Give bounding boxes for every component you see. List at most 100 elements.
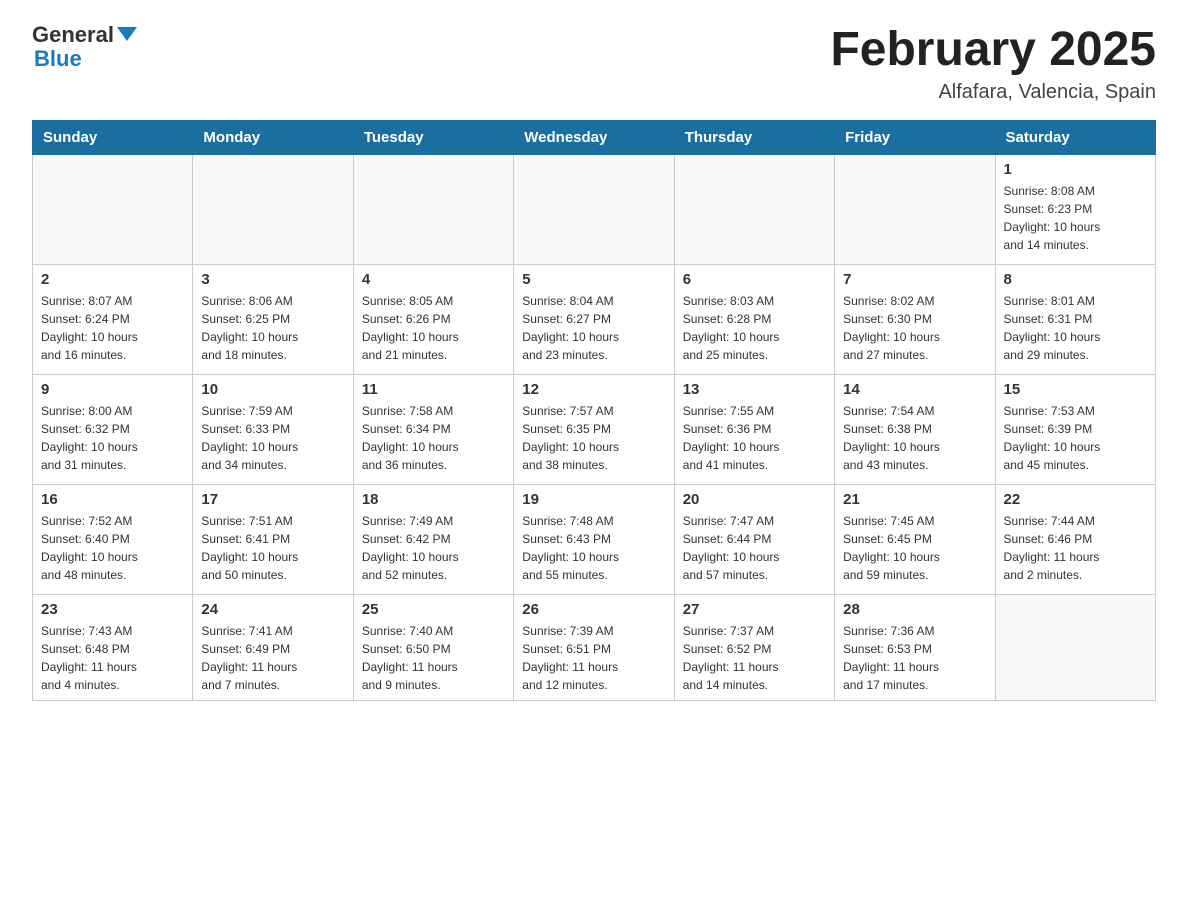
- day-number: 15: [1004, 381, 1147, 398]
- calendar-cell: 5 Sunrise: 8:04 AM Sunset: 6:27 PM Daylig…: [514, 264, 674, 374]
- day-number: 23: [41, 601, 184, 618]
- weekday-header-monday: Monday: [193, 120, 353, 154]
- logo-general-text: General: [32, 24, 114, 46]
- day-info: Sunrise: 7:52 AM Sunset: 6:40 PM Dayligh…: [41, 512, 184, 584]
- day-number: 24: [201, 601, 344, 618]
- day-number: 3: [201, 271, 344, 288]
- day-number: 9: [41, 381, 184, 398]
- logo-triangle-icon: [117, 27, 137, 41]
- calendar-cell: 13 Sunrise: 7:55 AM Sunset: 6:36 PM Dayli…: [674, 374, 834, 484]
- calendar-location: Alfafara, Valencia, Spain: [830, 81, 1156, 104]
- day-info: Sunrise: 7:47 AM Sunset: 6:44 PM Dayligh…: [683, 512, 826, 584]
- day-info: Sunrise: 8:04 AM Sunset: 6:27 PM Dayligh…: [522, 292, 665, 364]
- page-header: General Blue February 2025 Alfafara, Val…: [32, 24, 1156, 104]
- day-info: Sunrise: 8:03 AM Sunset: 6:28 PM Dayligh…: [683, 292, 826, 364]
- day-number: 11: [362, 381, 505, 398]
- weekday-header-wednesday: Wednesday: [514, 120, 674, 154]
- calendar-cell: 3 Sunrise: 8:06 AM Sunset: 6:25 PM Daylig…: [193, 264, 353, 374]
- calendar-cell: 14 Sunrise: 7:54 AM Sunset: 6:38 PM Dayli…: [835, 374, 995, 484]
- calendar-cell: 12Sunrise: 7:57 AM Sunset: 6:35 PM Dayli…: [514, 374, 674, 484]
- calendar-cell: 28 Sunrise: 7:36 AM Sunset: 6:53 PM Dayli…: [835, 594, 995, 700]
- calendar-cell: 25 Sunrise: 7:40 AM Sunset: 6:50 PM Dayli…: [353, 594, 513, 700]
- day-info: Sunrise: 8:06 AM Sunset: 6:25 PM Dayligh…: [201, 292, 344, 364]
- calendar-title: February 2025: [830, 24, 1156, 77]
- calendar-cell: [674, 154, 834, 264]
- day-info: Sunrise: 8:08 AM Sunset: 6:23 PM Dayligh…: [1004, 182, 1147, 254]
- day-number: 19: [522, 491, 665, 508]
- logo-blue-text: Blue: [34, 46, 82, 72]
- calendar-cell: [835, 154, 995, 264]
- weekday-header-thursday: Thursday: [674, 120, 834, 154]
- calendar-cell: 24 Sunrise: 7:41 AM Sunset: 6:49 PM Dayli…: [193, 594, 353, 700]
- calendar-cell: 22 Sunrise: 7:44 AM Sunset: 6:46 PM Dayli…: [995, 484, 1155, 594]
- calendar-cell: 18 Sunrise: 7:49 AM Sunset: 6:42 PM Dayli…: [353, 484, 513, 594]
- calendar-cell: 4Sunrise: 8:05 AM Sunset: 6:26 PM Daylig…: [353, 264, 513, 374]
- day-info: Sunrise: 7:37 AM Sunset: 6:52 PM Dayligh…: [683, 622, 826, 694]
- day-number: 2: [41, 271, 184, 288]
- day-info: Sunrise: 7:55 AM Sunset: 6:36 PM Dayligh…: [683, 402, 826, 474]
- day-info: Sunrise: 7:59 AM Sunset: 6:33 PM Dayligh…: [201, 402, 344, 474]
- calendar-cell: 1 Sunrise: 8:08 AM Sunset: 6:23 PM Daylig…: [995, 154, 1155, 264]
- weekday-header-tuesday: Tuesday: [353, 120, 513, 154]
- calendar-cell: 15 Sunrise: 7:53 AM Sunset: 6:39 PM Dayli…: [995, 374, 1155, 484]
- day-info: Sunrise: 7:51 AM Sunset: 6:41 PM Dayligh…: [201, 512, 344, 584]
- calendar-table: SundayMondayTuesdayWednesdayThursdayFrid…: [32, 120, 1156, 701]
- weekday-header-sunday: Sunday: [33, 120, 193, 154]
- day-number: 10: [201, 381, 344, 398]
- calendar-cell: 6 Sunrise: 8:03 AM Sunset: 6:28 PM Daylig…: [674, 264, 834, 374]
- title-block: February 2025 Alfafara, Valencia, Spain: [830, 24, 1156, 104]
- day-info: Sunrise: 7:43 AM Sunset: 6:48 PM Dayligh…: [41, 622, 184, 694]
- day-info: Sunrise: 7:53 AM Sunset: 6:39 PM Dayligh…: [1004, 402, 1147, 474]
- day-number: 28: [843, 601, 986, 618]
- day-info: Sunrise: 7:54 AM Sunset: 6:38 PM Dayligh…: [843, 402, 986, 474]
- day-number: 13: [683, 381, 826, 398]
- calendar-cell: 2 Sunrise: 8:07 AM Sunset: 6:24 PM Daylig…: [33, 264, 193, 374]
- day-info: Sunrise: 8:07 AM Sunset: 6:24 PM Dayligh…: [41, 292, 184, 364]
- day-number: 22: [1004, 491, 1147, 508]
- calendar-cell: [193, 154, 353, 264]
- calendar-week-row: 9 Sunrise: 8:00 AM Sunset: 6:32 PM Daylig…: [33, 374, 1156, 484]
- calendar-cell: [514, 154, 674, 264]
- day-info: Sunrise: 7:36 AM Sunset: 6:53 PM Dayligh…: [843, 622, 986, 694]
- day-info: Sunrise: 7:40 AM Sunset: 6:50 PM Dayligh…: [362, 622, 505, 694]
- calendar-week-row: 2 Sunrise: 8:07 AM Sunset: 6:24 PM Daylig…: [33, 264, 1156, 374]
- day-info: Sunrise: 7:41 AM Sunset: 6:49 PM Dayligh…: [201, 622, 344, 694]
- day-info: Sunrise: 7:44 AM Sunset: 6:46 PM Dayligh…: [1004, 512, 1147, 584]
- day-number: 8: [1004, 271, 1147, 288]
- day-info: Sunrise: 7:49 AM Sunset: 6:42 PM Dayligh…: [362, 512, 505, 584]
- calendar-cell: 7 Sunrise: 8:02 AM Sunset: 6:30 PM Daylig…: [835, 264, 995, 374]
- day-number: 5: [522, 271, 665, 288]
- calendar-cell: 19 Sunrise: 7:48 AM Sunset: 6:43 PM Dayli…: [514, 484, 674, 594]
- calendar-cell: 27 Sunrise: 7:37 AM Sunset: 6:52 PM Dayli…: [674, 594, 834, 700]
- weekday-header-saturday: Saturday: [995, 120, 1155, 154]
- day-number: 18: [362, 491, 505, 508]
- day-info: Sunrise: 8:01 AM Sunset: 6:31 PM Dayligh…: [1004, 292, 1147, 364]
- day-number: 26: [522, 601, 665, 618]
- calendar-cell: 8 Sunrise: 8:01 AM Sunset: 6:31 PM Daylig…: [995, 264, 1155, 374]
- calendar-cell: 23 Sunrise: 7:43 AM Sunset: 6:48 PM Dayli…: [33, 594, 193, 700]
- calendar-cell: 9 Sunrise: 8:00 AM Sunset: 6:32 PM Daylig…: [33, 374, 193, 484]
- calendar-cell: [995, 594, 1155, 700]
- day-number: 4: [362, 271, 505, 288]
- day-info: Sunrise: 8:02 AM Sunset: 6:30 PM Dayligh…: [843, 292, 986, 364]
- calendar-header-row: SundayMondayTuesdayWednesdayThursdayFrid…: [33, 120, 1156, 154]
- day-number: 1: [1004, 161, 1147, 178]
- day-number: 17: [201, 491, 344, 508]
- calendar-cell: [33, 154, 193, 264]
- day-number: 14: [843, 381, 986, 398]
- calendar-cell: 17 Sunrise: 7:51 AM Sunset: 6:41 PM Dayli…: [193, 484, 353, 594]
- day-number: 25: [362, 601, 505, 618]
- calendar-cell: 10 Sunrise: 7:59 AM Sunset: 6:33 PM Dayli…: [193, 374, 353, 484]
- calendar-week-row: 23 Sunrise: 7:43 AM Sunset: 6:48 PM Dayli…: [33, 594, 1156, 700]
- calendar-cell: 21Sunrise: 7:45 AM Sunset: 6:45 PM Dayli…: [835, 484, 995, 594]
- day-info: Sunrise: 8:00 AM Sunset: 6:32 PM Dayligh…: [41, 402, 184, 474]
- weekday-header-friday: Friday: [835, 120, 995, 154]
- calendar-cell: 26Sunrise: 7:39 AM Sunset: 6:51 PM Dayli…: [514, 594, 674, 700]
- calendar-week-row: 16Sunrise: 7:52 AM Sunset: 6:40 PM Dayli…: [33, 484, 1156, 594]
- day-info: Sunrise: 7:58 AM Sunset: 6:34 PM Dayligh…: [362, 402, 505, 474]
- day-number: 7: [843, 271, 986, 288]
- day-number: 6: [683, 271, 826, 288]
- day-info: Sunrise: 7:48 AM Sunset: 6:43 PM Dayligh…: [522, 512, 665, 584]
- day-number: 20: [683, 491, 826, 508]
- day-number: 27: [683, 601, 826, 618]
